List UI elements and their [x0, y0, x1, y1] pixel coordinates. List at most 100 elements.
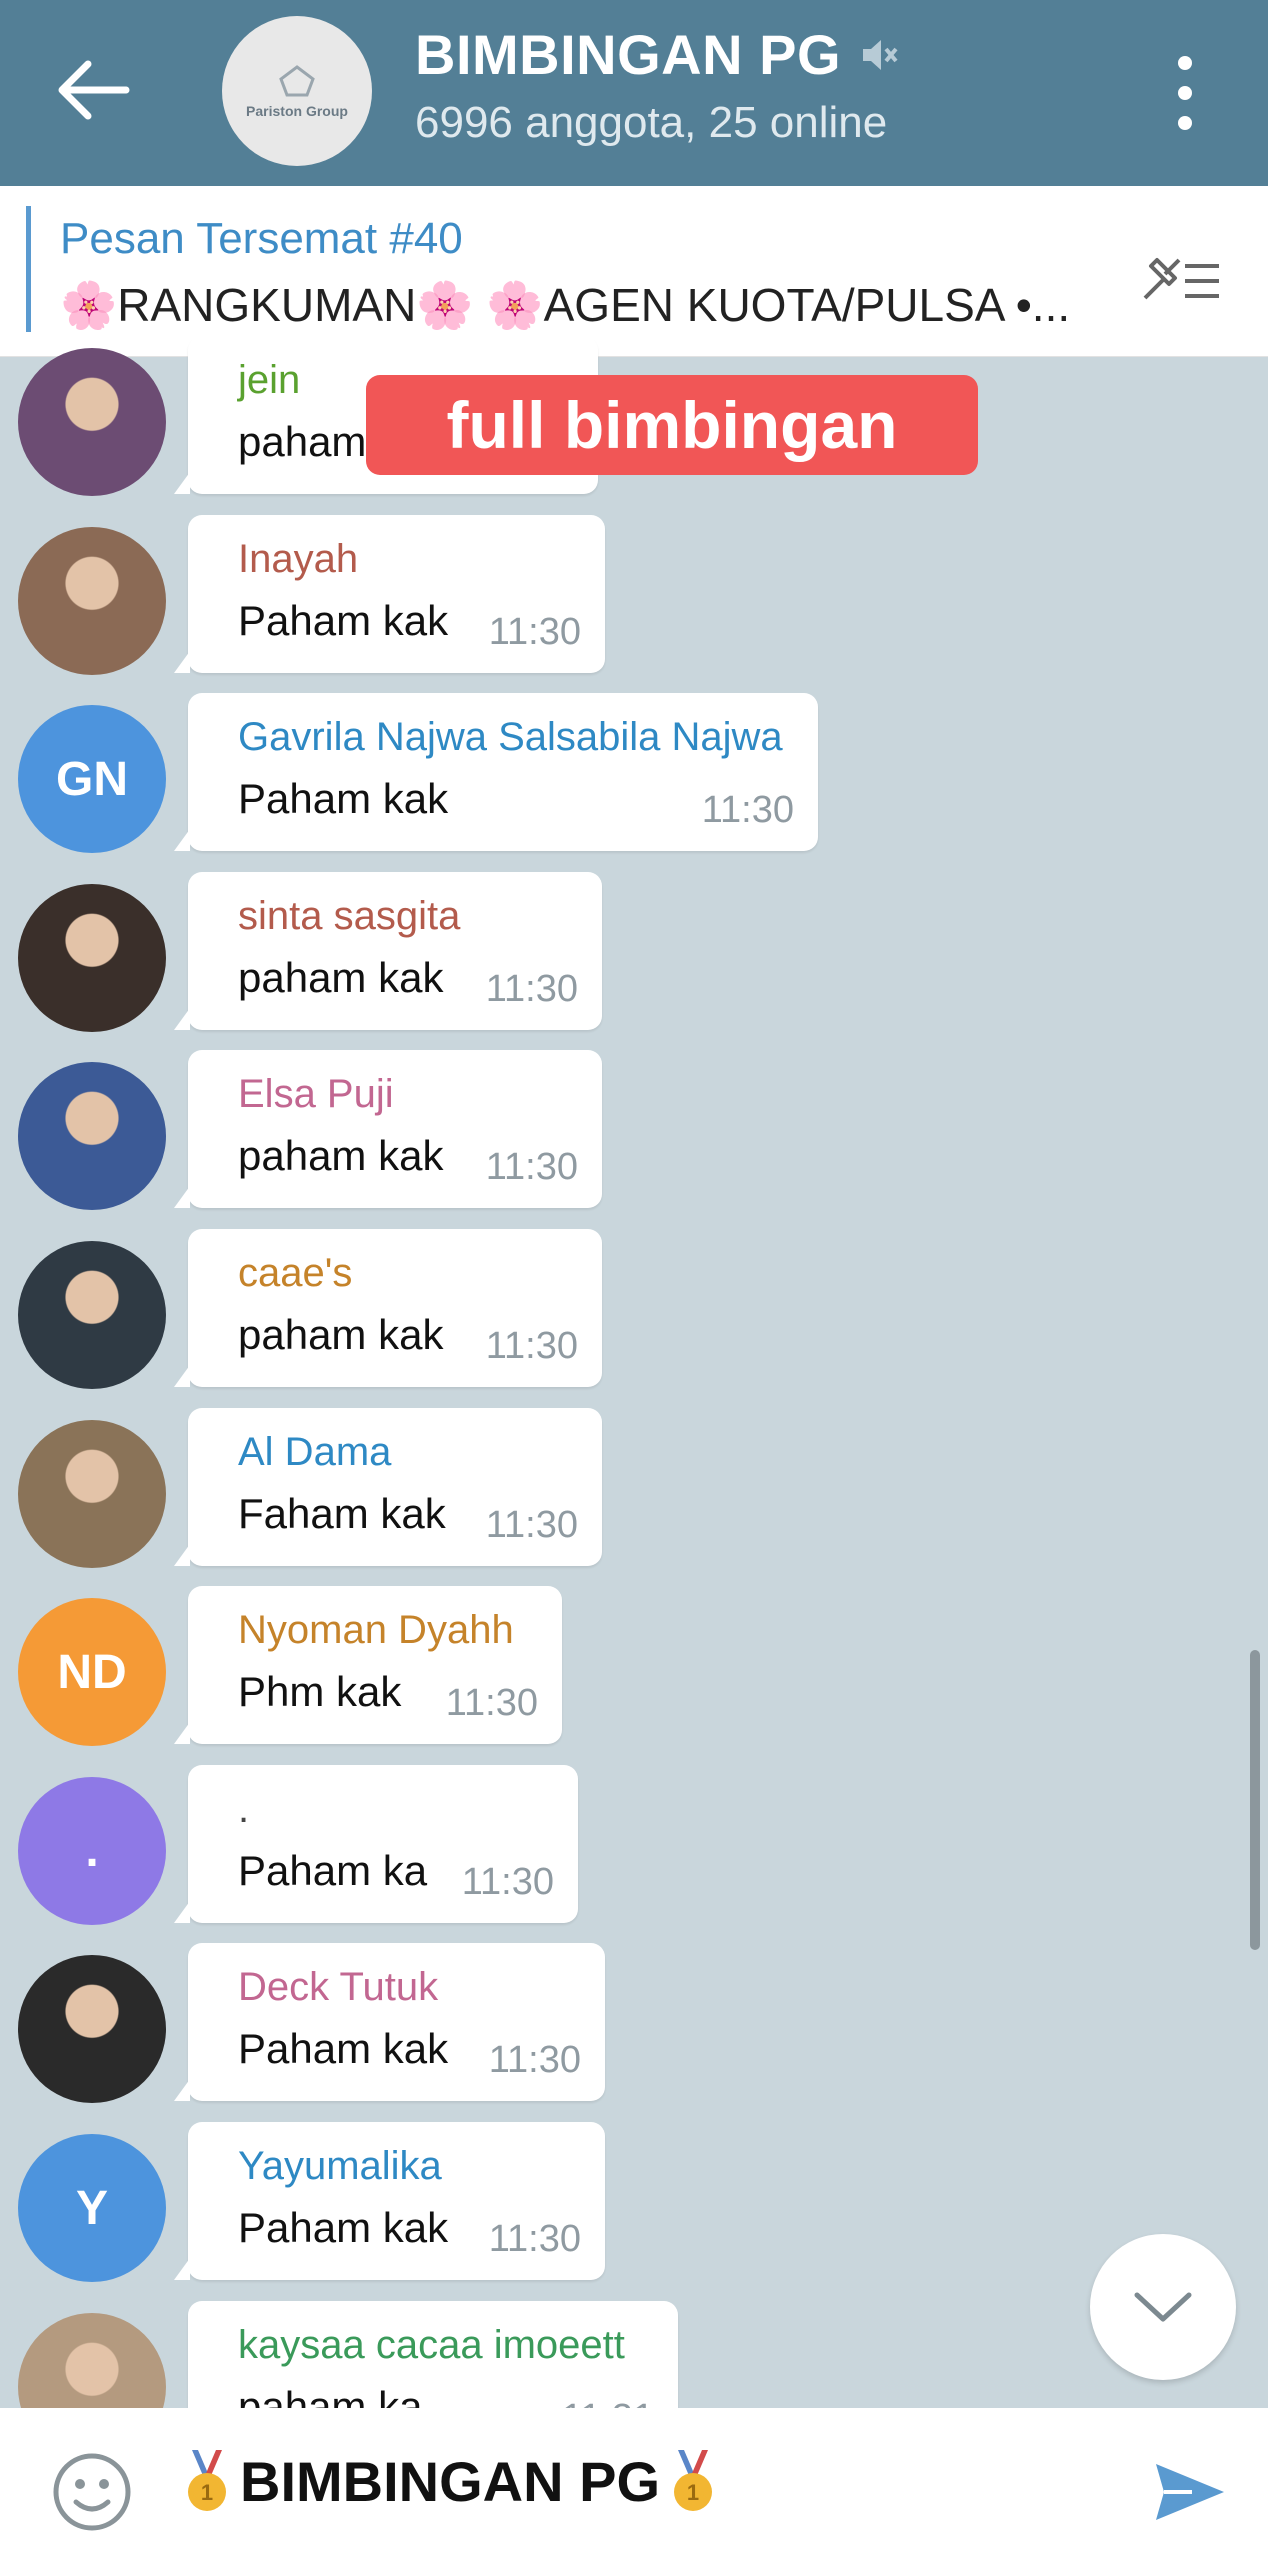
message-text: paham kak	[238, 953, 444, 1001]
pinned-text: 🌸RANGKUMAN🌸 🌸AGEN KUOTA/PULSA •...	[60, 279, 1071, 331]
group-avatar-text: Pariston Group	[246, 103, 348, 119]
avatar-initials: ND	[57, 1645, 127, 1699]
message-row[interactable]: Deck Tutuk Paham kak 11:30	[0, 1943, 1268, 2121]
sender-name[interactable]: jein	[238, 358, 300, 403]
avatar[interactable]: .	[18, 1776, 166, 1925]
message-text: Paham kak	[238, 2204, 449, 2251]
message-bubble[interactable]: Elsa Puji paham kak 11:30	[174, 1050, 602, 1209]
send-icon	[1156, 2464, 1224, 2520]
sender-name[interactable]: Nyoman Dyahh	[238, 1608, 514, 1653]
avatar[interactable]: GN	[18, 705, 166, 854]
message-time: 11:30	[488, 610, 581, 653]
avatar[interactable]	[18, 1955, 166, 2104]
sender-name[interactable]: Elsa Puji	[238, 1072, 394, 1117]
pin-list-icon	[1143, 258, 1219, 300]
message-row[interactable]: caae's paham kak 11:30	[0, 1229, 1268, 1407]
message-bubble[interactable]: Nyoman Dyahh Phm kak 11:30	[174, 1586, 562, 1745]
message-text: paham kak	[238, 1132, 444, 1180]
message-text: Paham kak	[238, 2025, 449, 2073]
message-row[interactable]: ND Nyoman Dyahh Phm kak 11:30	[0, 1586, 1268, 1764]
message-time: 11:30	[701, 789, 794, 832]
message-composer: 1 BIMBINGAN PG 1	[0, 2408, 1268, 2560]
sender-name[interactable]: Deck Tutuk	[238, 1965, 438, 2010]
group-member-count: 6996 anggota, 25 online	[415, 98, 888, 147]
message-time: 11:30	[488, 2039, 581, 2082]
sender-name[interactable]: Yayumalika	[238, 2144, 442, 2189]
message-time: 11:30	[485, 1146, 578, 1189]
sender-name[interactable]: kaysaa cacaa imoeett	[238, 2323, 625, 2368]
message-row[interactable]: Al Dama Faham kak 11:30	[0, 1407, 1268, 1586]
more-options-button[interactable]	[1160, 50, 1210, 136]
back-button[interactable]	[52, 50, 142, 130]
message-input-text: BIMBINGAN PG	[240, 2449, 660, 2513]
message-input[interactable]: 1 BIMBINGAN PG 1	[182, 2448, 718, 2514]
group-avatar[interactable]: Pariston Group	[222, 16, 372, 166]
message-bubble[interactable]: Gavrila Najwa Salsabila Najwa Paham kak 11…	[174, 693, 818, 852]
message-time: 11:30	[461, 1860, 554, 1903]
message-bubble[interactable]: . Paham ka 11:30	[174, 1764, 578, 1923]
send-button[interactable]	[1150, 2452, 1230, 2532]
message-bubble[interactable]: Inayah Paham kak 11:30	[174, 514, 605, 673]
group-title-text: BIMBINGAN PG	[415, 23, 841, 86]
message-row[interactable]: GN Gavrila Najwa Salsabila Najwa Paham kak…	[0, 693, 1268, 871]
sender-name[interactable]: Inayah	[238, 537, 358, 582]
message-text: Phm kak	[238, 1668, 402, 1716]
scroll-to-bottom-button[interactable]	[1090, 2234, 1236, 2380]
pinned-indicator	[26, 206, 31, 332]
message-row[interactable]: Inayah Paham kak 11:30	[0, 514, 1268, 693]
message-text: Paham kak	[238, 775, 449, 823]
sender-name[interactable]: .	[238, 1787, 249, 1832]
chat-header: Pariston Group BIMBINGAN PG 6996 anggota…	[0, 0, 1268, 186]
avatar[interactable]	[18, 1419, 166, 1568]
message-row[interactable]: sinta sasgita paham kak 11:30	[0, 871, 1268, 1050]
message-bubble[interactable]: Yayumalika Paham kak 11:30	[174, 2122, 605, 2280]
message-time: 11:30	[445, 1682, 538, 1725]
avatar[interactable]	[18, 348, 166, 496]
message-text: Faham kak	[238, 1489, 446, 1537]
muted-icon	[863, 39, 898, 70]
sender-name[interactable]: caae's	[238, 1251, 352, 1296]
avatar-initials: GN	[56, 752, 128, 806]
message-time: 11:30	[485, 1503, 578, 1546]
message-bubble[interactable]: sinta sasgita paham kak 11:30	[174, 871, 602, 1030]
message-row[interactable]: Y Yayumalika Paham kak 11:30	[0, 2122, 1268, 2300]
overlay-caption: full bimbingan	[366, 375, 978, 475]
avatar[interactable]: Y	[18, 2134, 166, 2282]
emoji-icon	[53, 2453, 131, 2531]
message-time: 11:30	[485, 967, 578, 1010]
sender-name[interactable]: Gavrila Najwa Salsabila Najwa	[238, 715, 783, 760]
message-row[interactable]: Elsa Puji paham kak 11:30	[0, 1050, 1268, 1228]
sender-name[interactable]: Al Dama	[238, 1430, 391, 1475]
svg-text:1: 1	[201, 2480, 213, 2505]
emoji-button[interactable]	[48, 2448, 136, 2536]
avatar[interactable]	[18, 526, 166, 675]
message-bubble[interactable]: caae's paham kak 11:30	[174, 1229, 602, 1387]
medal-icon: 1	[188, 2450, 226, 2511]
avatar[interactable]	[18, 883, 166, 1032]
back-arrow-icon	[58, 60, 130, 120]
chevron-down-icon	[1134, 2292, 1192, 2322]
message-bubble[interactable]: Al Dama Faham kak 11:30	[174, 1407, 602, 1566]
pinned-title: Pesan Tersemat #40	[60, 214, 463, 263]
message-time: 11:30	[488, 2218, 581, 2260]
message-bubble[interactable]: Deck Tutuk Paham kak 11:30	[174, 1943, 605, 2102]
medal-icon: 1	[674, 2450, 712, 2511]
sender-name[interactable]: sinta sasgita	[238, 894, 460, 939]
pinned-list-button[interactable]	[1135, 246, 1225, 316]
scrollbar[interactable]	[1250, 1650, 1260, 1950]
avatar-initials: Y	[75, 2181, 108, 2235]
avatar-initials: .	[85, 1824, 99, 1878]
message-text: Paham kak	[238, 596, 449, 644]
group-logo-icon	[279, 65, 315, 97]
more-vert-icon	[1178, 56, 1192, 130]
message-text: paham kak	[238, 1311, 444, 1358]
svg-text:1: 1	[687, 2480, 699, 2505]
group-title[interactable]: BIMBINGAN PG	[415, 22, 899, 87]
message-text: Paham ka	[238, 1846, 428, 1894]
message-row[interactable]: .. Paham ka 11:30	[0, 1764, 1268, 1943]
pinned-message-bar[interactable]: Pesan Tersemat #40 🌸RANGKUMAN🌸 🌸AGEN KUO…	[0, 186, 1268, 357]
avatar[interactable]	[18, 1241, 166, 1389]
avatar[interactable]: ND	[18, 1598, 166, 1747]
avatar[interactable]	[18, 1062, 166, 1211]
message-text: paham	[238, 418, 367, 465]
